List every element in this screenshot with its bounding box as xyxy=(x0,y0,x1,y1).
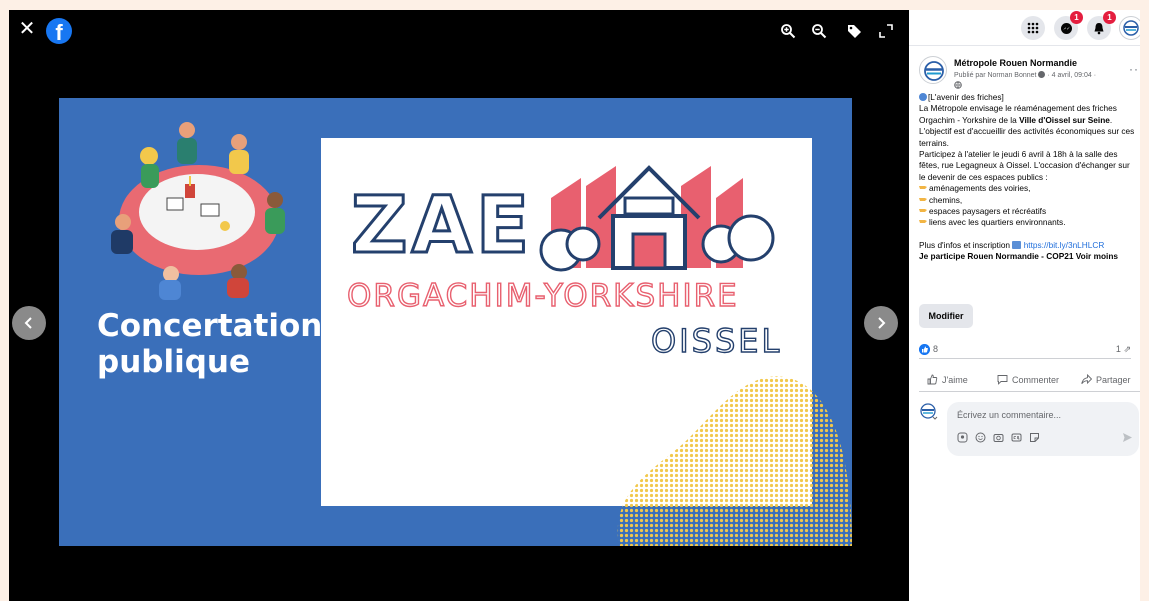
messenger-badge: 1 xyxy=(1070,11,1083,24)
post-line1-end: . xyxy=(1109,114,1113,125)
chevron-left-icon xyxy=(24,317,32,329)
pointing-hand-emoji-icon xyxy=(919,186,927,190)
hashtags[interactable]: Je participe Rouen Normandie - COP21 xyxy=(919,251,1073,261)
post-date[interactable]: · 4 avril, 09:04 · xyxy=(1047,72,1096,79)
previous-photo-button[interactable] xyxy=(12,306,46,340)
play-button-emoji-icon xyxy=(1012,240,1022,249)
logo-subtitle: ORGACHIM-YORKSHIRE xyxy=(346,277,739,314)
pointing-hand-emoji-icon xyxy=(919,197,927,201)
gif-icon[interactable] xyxy=(1011,432,1022,443)
blue-circle-emoji-icon xyxy=(919,93,927,101)
share-icon xyxy=(1081,374,1092,385)
chevron-right-icon xyxy=(878,317,886,329)
comment-label: Commenter xyxy=(1012,374,1060,385)
bell-icon xyxy=(1094,22,1104,34)
send-icon[interactable] xyxy=(1122,432,1133,443)
page-avatar[interactable] xyxy=(919,56,947,84)
facebook-logo[interactable]: f xyxy=(46,18,72,44)
slide-title-line2: publique xyxy=(97,344,250,380)
post-line3: Participez à l'atelier le jeudi 6 avril … xyxy=(919,149,1130,182)
emoji-icon[interactable] xyxy=(975,432,986,443)
like-label: J'aime xyxy=(942,374,968,385)
current-user-avatar[interactable] xyxy=(919,402,939,422)
post-intro: [L'avenir des friches] xyxy=(928,92,1004,102)
share-label: Partager xyxy=(1096,374,1131,385)
post-actions: J'aime Commenter Partager xyxy=(919,370,1140,392)
see-less-link[interactable]: Voir moins xyxy=(1076,251,1118,261)
share-arrow-icon: ⇗ xyxy=(1123,344,1131,354)
zoom-out-icon[interactable] xyxy=(810,22,828,40)
messenger-icon xyxy=(1060,22,1072,34)
pointing-hand-emoji-icon xyxy=(919,220,927,224)
post-meta: Publié par Norman Bonnet · 4 avril, 09:0… xyxy=(954,71,1096,79)
signup-link[interactable]: https://bit.ly/3nLHLCR xyxy=(1024,240,1105,250)
notifications-button[interactable]: 1 xyxy=(1087,11,1116,40)
comment-icon xyxy=(997,375,1008,385)
globe-icon xyxy=(954,81,962,89)
people-around-table-illustration xyxy=(111,122,285,300)
post-line2: L'objectif est d'accueillir des activité… xyxy=(919,126,1135,148)
share-button[interactable]: Partager xyxy=(1081,374,1131,385)
zoom-in-icon[interactable] xyxy=(779,22,797,40)
metropole-logo-icon xyxy=(1123,20,1139,36)
bullet-item: chemins, xyxy=(929,194,963,205)
bullet-item: liens avec les quartiers environnants. xyxy=(929,217,1066,228)
edit-button[interactable]: Modifier xyxy=(919,304,973,328)
yellow-dot-pattern xyxy=(617,376,852,546)
tag-icon[interactable] xyxy=(845,22,863,40)
sticker-icon[interactable] xyxy=(1029,432,1040,443)
share-count-number: 1 xyxy=(1115,344,1121,354)
like-reaction-icon[interactable] xyxy=(919,344,930,355)
slide-title-line1: Concertation xyxy=(97,308,323,344)
reaction-count[interactable]: 8 xyxy=(933,344,938,354)
more-info-text: Plus d'infos et inscription xyxy=(919,239,1011,250)
post-side-panel: 1 1 Métropole Rouen Normandie Publié par… xyxy=(909,10,1140,601)
grid-icon xyxy=(1027,22,1039,34)
comment-placeholder: Écrivez un commentaire... xyxy=(957,410,1062,420)
post-line1-bold: Ville d'Oissel sur Seine xyxy=(1019,114,1110,125)
published-by-text[interactable]: Publié par Norman Bonnet xyxy=(954,72,1037,79)
top-navigation: 1 1 xyxy=(909,10,1140,46)
post-header: Métropole Rouen Normandie Publié par Nor… xyxy=(919,56,1140,92)
notifications-badge: 1 xyxy=(1103,11,1116,24)
fullscreen-icon[interactable] xyxy=(877,22,895,40)
bullet-item: aménagements des voiries, xyxy=(929,183,1031,194)
logo-title: ZAE xyxy=(349,181,534,271)
avatar-sticker-icon[interactable] xyxy=(957,432,968,443)
like-button[interactable]: J'aime xyxy=(927,374,968,385)
menu-grid-button[interactable] xyxy=(1021,16,1045,40)
slide-title: Concertation publique xyxy=(97,308,327,380)
post-photo: Concertation publique ZAE ORGACHIM-YORKS… xyxy=(59,98,852,546)
camera-icon[interactable] xyxy=(993,432,1004,443)
account-avatar[interactable] xyxy=(1119,16,1140,40)
comment-button[interactable]: Commenter xyxy=(997,374,1059,385)
comment-input[interactable]: Écrivez un commentaire... xyxy=(947,402,1139,456)
more-options-button[interactable]: ··· xyxy=(1129,62,1140,76)
factory-house-logo-icon xyxy=(539,165,775,272)
bullet-item: espaces paysagers et récréatifs xyxy=(929,206,1047,217)
logo-city: OISSEL xyxy=(650,322,783,360)
post-text: [L'avenir des friches] La Métropole envi… xyxy=(919,92,1137,263)
reactions-summary: 8 1 ⇗ xyxy=(919,343,1131,359)
info-icon xyxy=(1038,71,1046,78)
photo-viewer: ✕ f Concertation publique ZAE ORGACHIM-Y… xyxy=(9,10,909,601)
messenger-button[interactable]: 1 xyxy=(1054,11,1083,40)
close-button[interactable]: ✕ xyxy=(17,19,37,39)
pointing-hand-emoji-icon xyxy=(919,209,927,213)
metropole-logo-icon xyxy=(924,61,944,81)
share-count[interactable]: 1 ⇗ xyxy=(1116,344,1131,355)
thumbs-up-icon xyxy=(927,374,938,385)
photo-viewer-window: ✕ f Concertation publique ZAE ORGACHIM-Y… xyxy=(9,10,1140,601)
comment-composer: Écrivez un commentaire... xyxy=(919,402,1139,458)
page-name-link[interactable]: Métropole Rouen Normandie xyxy=(954,58,1077,68)
next-photo-button[interactable] xyxy=(864,306,898,340)
